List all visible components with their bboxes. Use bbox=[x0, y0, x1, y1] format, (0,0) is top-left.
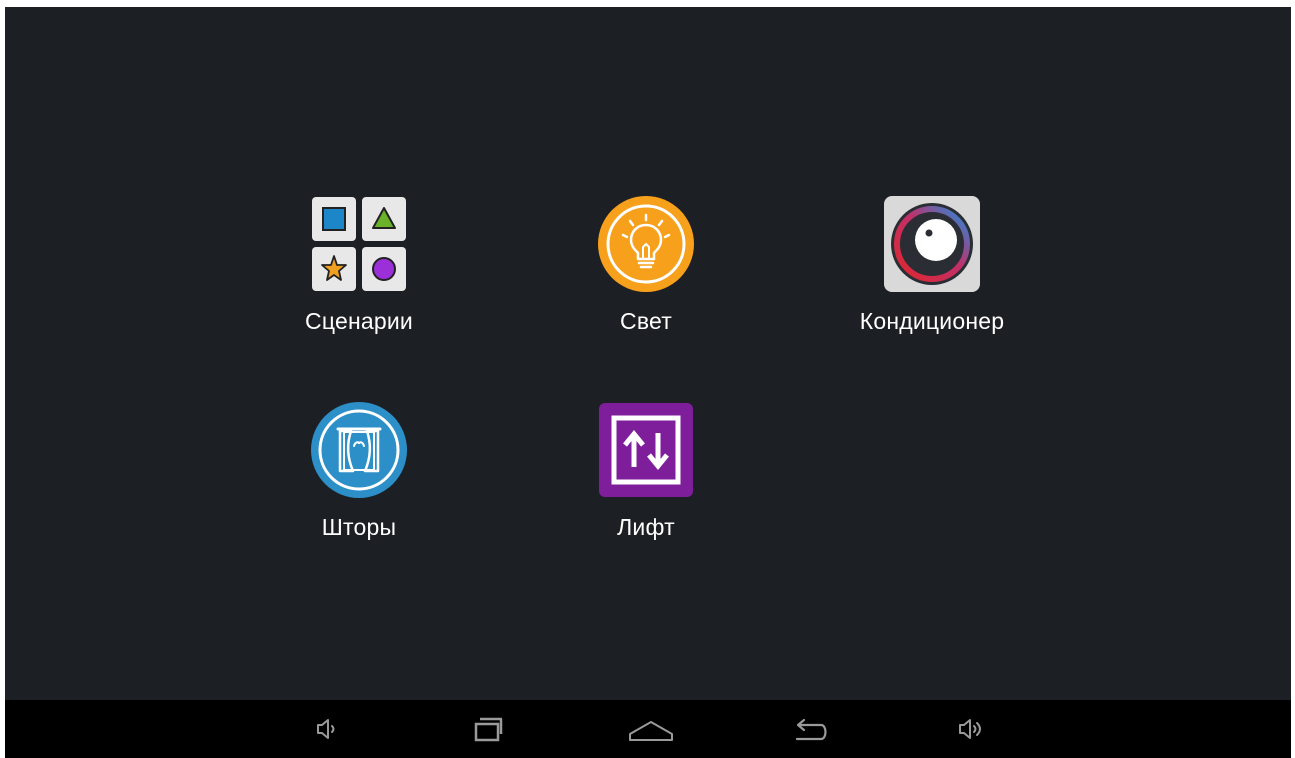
app-label: Шторы bbox=[321, 514, 397, 540]
app-label: Кондиционер bbox=[859, 308, 1005, 334]
app-climate[interactable]: Кондиционер bbox=[832, 195, 1032, 365]
lightbulb-icon bbox=[597, 195, 695, 293]
recent-apps-icon[interactable] bbox=[467, 710, 507, 748]
app-elevator[interactable]: Лифт bbox=[546, 401, 746, 571]
volume-down-icon[interactable] bbox=[305, 710, 345, 748]
volume-up-icon[interactable] bbox=[951, 710, 991, 748]
scenarios-icon bbox=[310, 195, 408, 293]
device-screen: Сценарии Свет Кондиционер Шторы Лифт bbox=[5, 7, 1291, 758]
curtains-icon bbox=[310, 401, 408, 499]
app-label: Лифт bbox=[617, 514, 675, 540]
elevator-arrows-icon bbox=[597, 401, 695, 499]
app-label: Сценарии bbox=[305, 308, 413, 334]
app-light[interactable]: Свет bbox=[546, 195, 746, 365]
app-scenarios[interactable]: Сценарии bbox=[259, 195, 459, 365]
navigation-bar bbox=[5, 700, 1291, 758]
app-label: Свет bbox=[620, 308, 672, 334]
app-curtains[interactable]: Шторы bbox=[259, 401, 459, 571]
home-icon[interactable] bbox=[627, 710, 675, 748]
app-launcher: Сценарии Свет Кондиционер Шторы Лифт bbox=[5, 7, 1291, 700]
back-icon[interactable] bbox=[787, 710, 833, 748]
thermostat-dial-icon bbox=[883, 195, 981, 293]
